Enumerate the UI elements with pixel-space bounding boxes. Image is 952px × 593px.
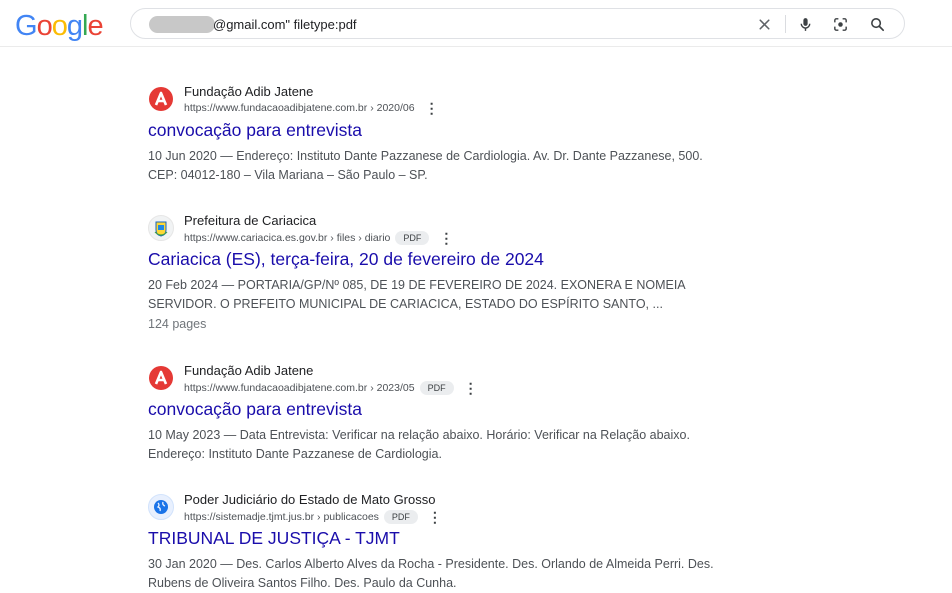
result-title[interactable]: Cariacica (ES), terça-feira, 20 de fever… [148,249,544,270]
redacted-email-blur [149,16,215,33]
search-result: Fundação Adib Jatene https://www.fundaca… [148,363,768,463]
result-site-name[interactable]: Prefeitura de Cariacica [184,213,316,228]
result-snippet: 30 Jan 2020 — Des. Carlos Alberto Alves … [148,555,728,593]
snippet-line: SERVIDOR. O PREFEITO MUNICIPAL DE CARIAC… [148,297,663,311]
result-site-name[interactable]: Fundação Adib Jatene [184,363,313,378]
fundacao-adib-jatene-favicon [148,86,174,112]
result-site-name[interactable]: Fundação Adib Jatene [184,84,313,99]
camera-lens-icon[interactable] [832,16,849,33]
more-options-icon[interactable]: ⋮ [464,381,478,395]
snippet-line: 10 Jun 2020 — Endereço: Instituto Dante … [148,149,703,163]
snippet-line: 10 May 2023 — Data Entrevista: Verificar… [148,428,690,442]
result-url-row: https://www.fundacaoadibjatene.com.br › … [184,101,439,115]
result-title[interactable]: TRIBUNAL DE JUSTIÇA - TJMT [148,528,400,549]
search-result: Poder Judiciário do Estado de Mato Gross… [148,492,768,591]
result-site-name[interactable]: Poder Judiciário do Estado de Mato Gross… [184,492,435,507]
search-result: Fundação Adib Jatene https://www.fundaca… [148,84,768,184]
microphone-icon[interactable] [797,16,814,33]
result-title[interactable]: convocação para entrevista [148,399,362,420]
search-icon[interactable] [869,16,886,33]
pdf-badge: PDF [395,231,430,245]
result-url[interactable]: https://www.fundacaoadibjatene.com.br › … [184,102,415,114]
result-url[interactable]: https://www.cariacica.es.gov.br › files … [184,232,390,244]
more-options-icon[interactable]: ⋮ [428,510,442,524]
prefeitura-cariacica-favicon [148,215,174,241]
more-options-icon[interactable]: ⋮ [425,101,439,115]
snippet-line: CEP: 04012-180 – Vila Mariana – São Paul… [148,168,428,182]
result-snippet: 20 Feb 2024 — PORTARIA/GP/Nº 085, DE 19 … [148,276,728,314]
result-url[interactable]: https://www.fundacaoadibjatene.com.br › … [184,382,415,394]
pdf-badge: PDF [383,510,418,524]
search-box[interactable]: @gmail.com" filetype:pdf [130,8,905,39]
page-count: 124 pages [148,317,207,331]
snippet-line: Rubens de Oliveira Santos Filho. Des. Pa… [148,576,457,590]
more-options-icon[interactable]: ⋮ [439,231,453,245]
result-url-row: https://www.fundacaoadibjatene.com.br › … [184,381,478,395]
result-url-row: https://www.cariacica.es.gov.br › files … [184,231,453,245]
search-divider [785,15,786,33]
snippet-line: 30 Jan 2020 — Des. Carlos Alberto Alves … [148,557,714,571]
result-snippet: 10 Jun 2020 — Endereço: Instituto Dante … [148,147,728,185]
google-logo[interactable]: Google [15,9,104,43]
fundacao-adib-jatene-favicon [148,365,174,391]
snippet-line: 20 Feb 2024 — PORTARIA/GP/Nº 085, DE 19 … [148,278,686,292]
result-url[interactable]: https://sistemadje.tjmt.jus.br › publica… [184,511,379,523]
search-header: Google @gmail.com" filetype:pdf [0,0,952,47]
search-input[interactable]: @gmail.com" filetype:pdf [213,16,357,33]
result-url-row: https://sistemadje.tjmt.jus.br › publica… [184,510,442,524]
pdf-badge: PDF [419,381,454,395]
globe-icon [148,494,174,520]
search-result: Prefeitura de Cariacica https://www.cari… [148,213,768,335]
result-snippet: 10 May 2023 — Data Entrevista: Verificar… [148,426,728,464]
result-title[interactable]: convocação para entrevista [148,120,362,141]
close-icon[interactable] [756,16,773,33]
snippet-line: Endereço: Instituto Dante Pazzanese de C… [148,447,442,461]
